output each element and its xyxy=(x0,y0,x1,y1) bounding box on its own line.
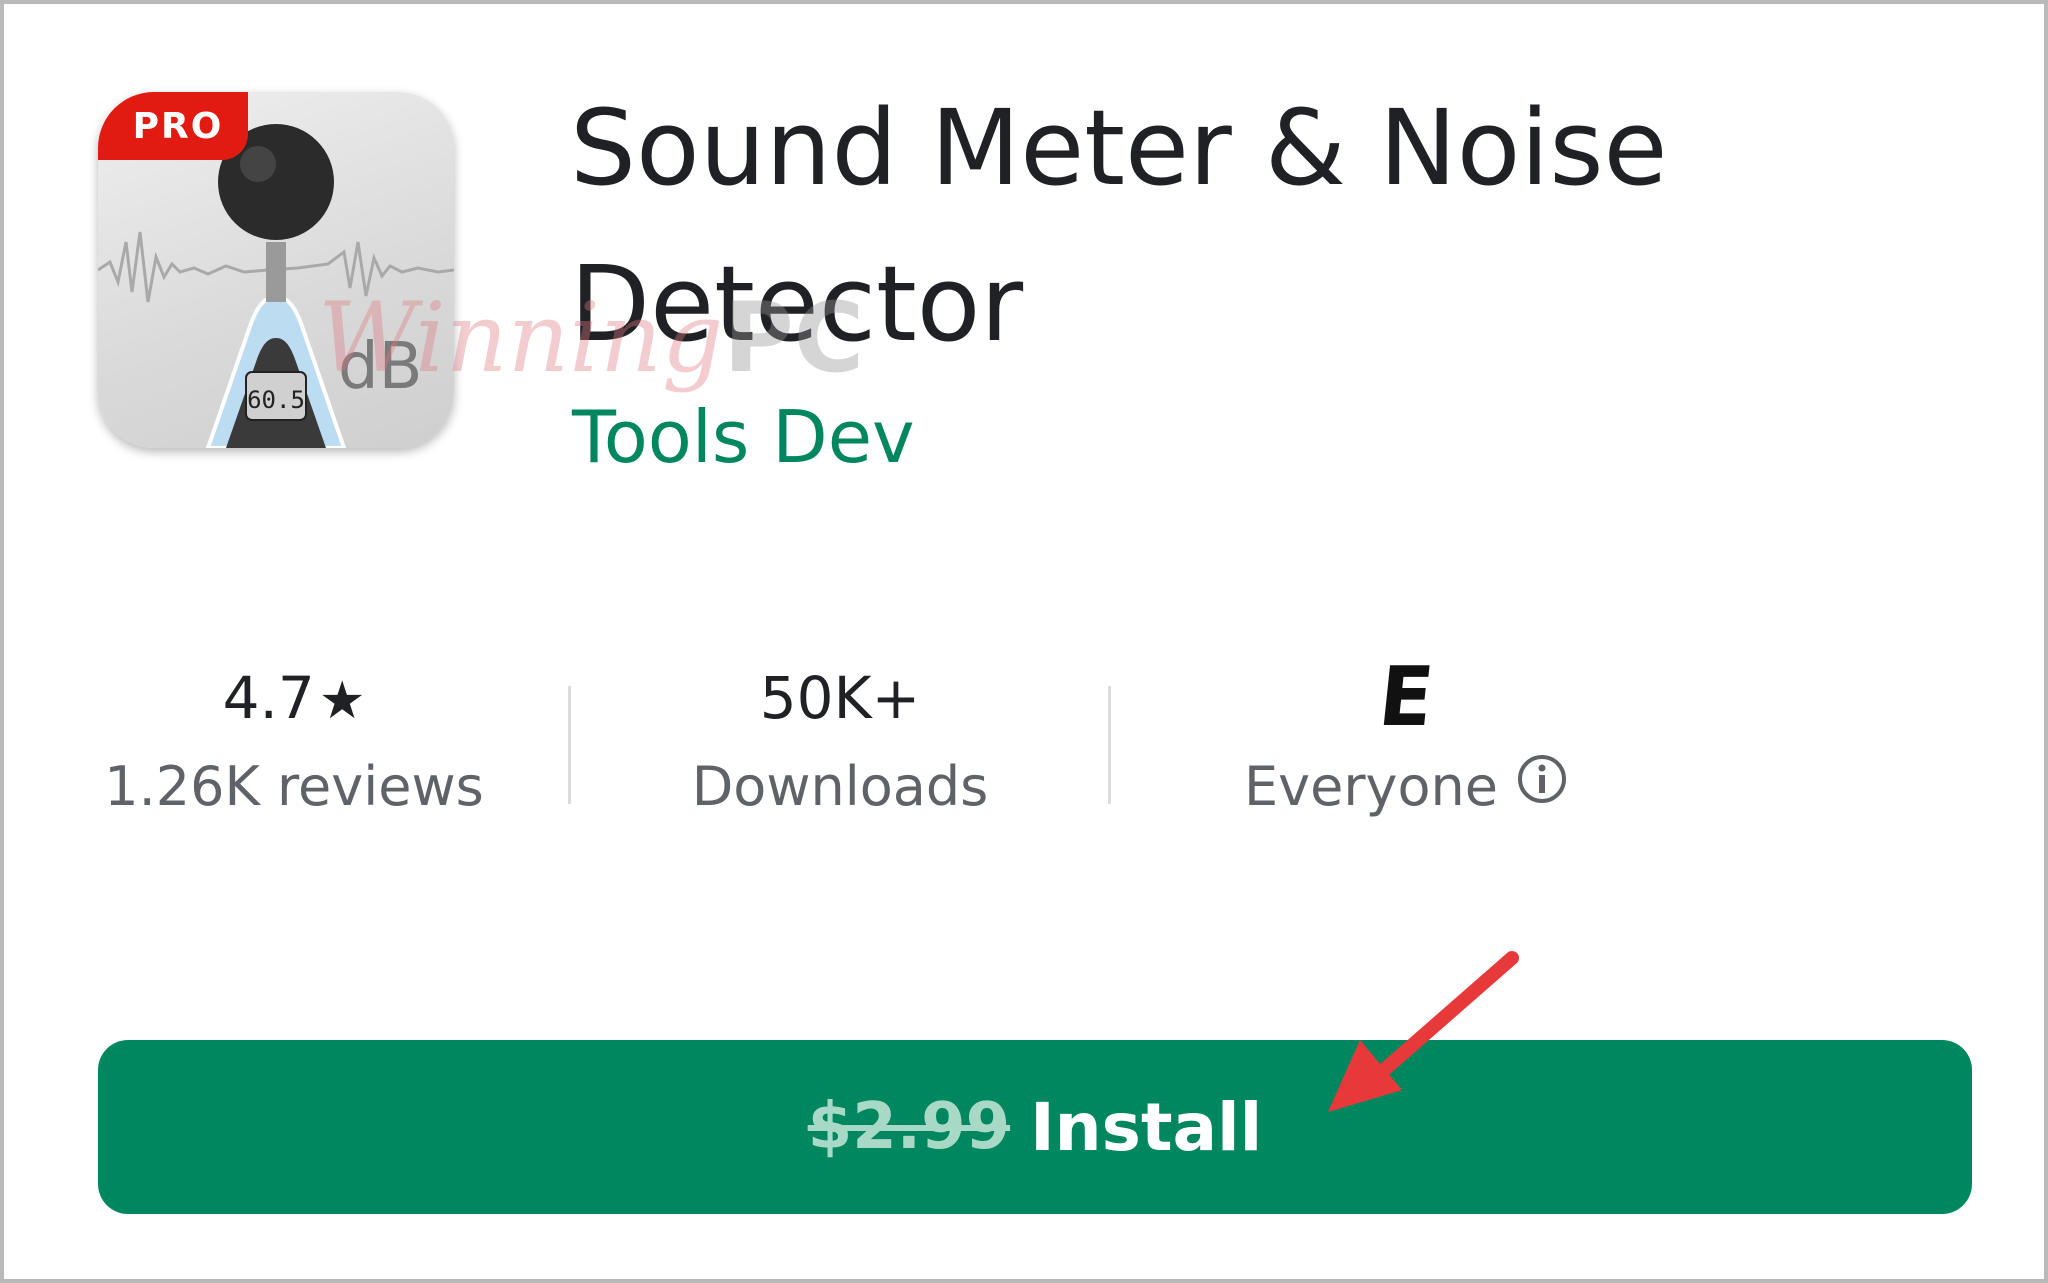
watermark-bold: PC xyxy=(723,282,865,394)
install-button[interactable]: $2.99 Install xyxy=(98,1040,1972,1214)
app-icon: 60.5 PRO dB xyxy=(98,92,454,448)
downloads-label: Downloads xyxy=(691,755,989,818)
original-price: $2.99 xyxy=(807,1090,1011,1164)
content-rating-stat[interactable]: E Everyone xyxy=(1196,650,1616,818)
esrb-e-badge: E xyxy=(1374,650,1438,745)
rating-stat[interactable]: 4.7★ 1.26K reviews xyxy=(92,655,496,818)
stat-divider xyxy=(1108,686,1111,804)
stat-divider xyxy=(568,686,571,804)
pro-badge: PRO xyxy=(98,92,248,160)
reviews-count: 1.26K reviews xyxy=(104,755,484,818)
meter-reading: 60.5 xyxy=(247,386,305,414)
watermark: WinningPC xyxy=(318,282,864,394)
info-icon[interactable] xyxy=(1516,753,1568,818)
install-label: Install xyxy=(1030,1088,1263,1166)
rating-value: 4.7 xyxy=(222,664,315,732)
downloads-stat: 50K+ Downloads xyxy=(640,655,1040,818)
star-icon: ★ xyxy=(318,671,366,731)
downloads-value: 50K+ xyxy=(759,664,921,732)
rating-value-row: 4.7★ xyxy=(92,655,496,741)
content-rating-label-row: Everyone xyxy=(1196,753,1616,818)
content-rating-label: Everyone xyxy=(1244,755,1498,818)
watermark-script: Winning xyxy=(318,282,724,394)
content-rating-badge-row: E xyxy=(1196,650,1616,745)
developer-link[interactable]: Tools Dev xyxy=(572,395,915,479)
